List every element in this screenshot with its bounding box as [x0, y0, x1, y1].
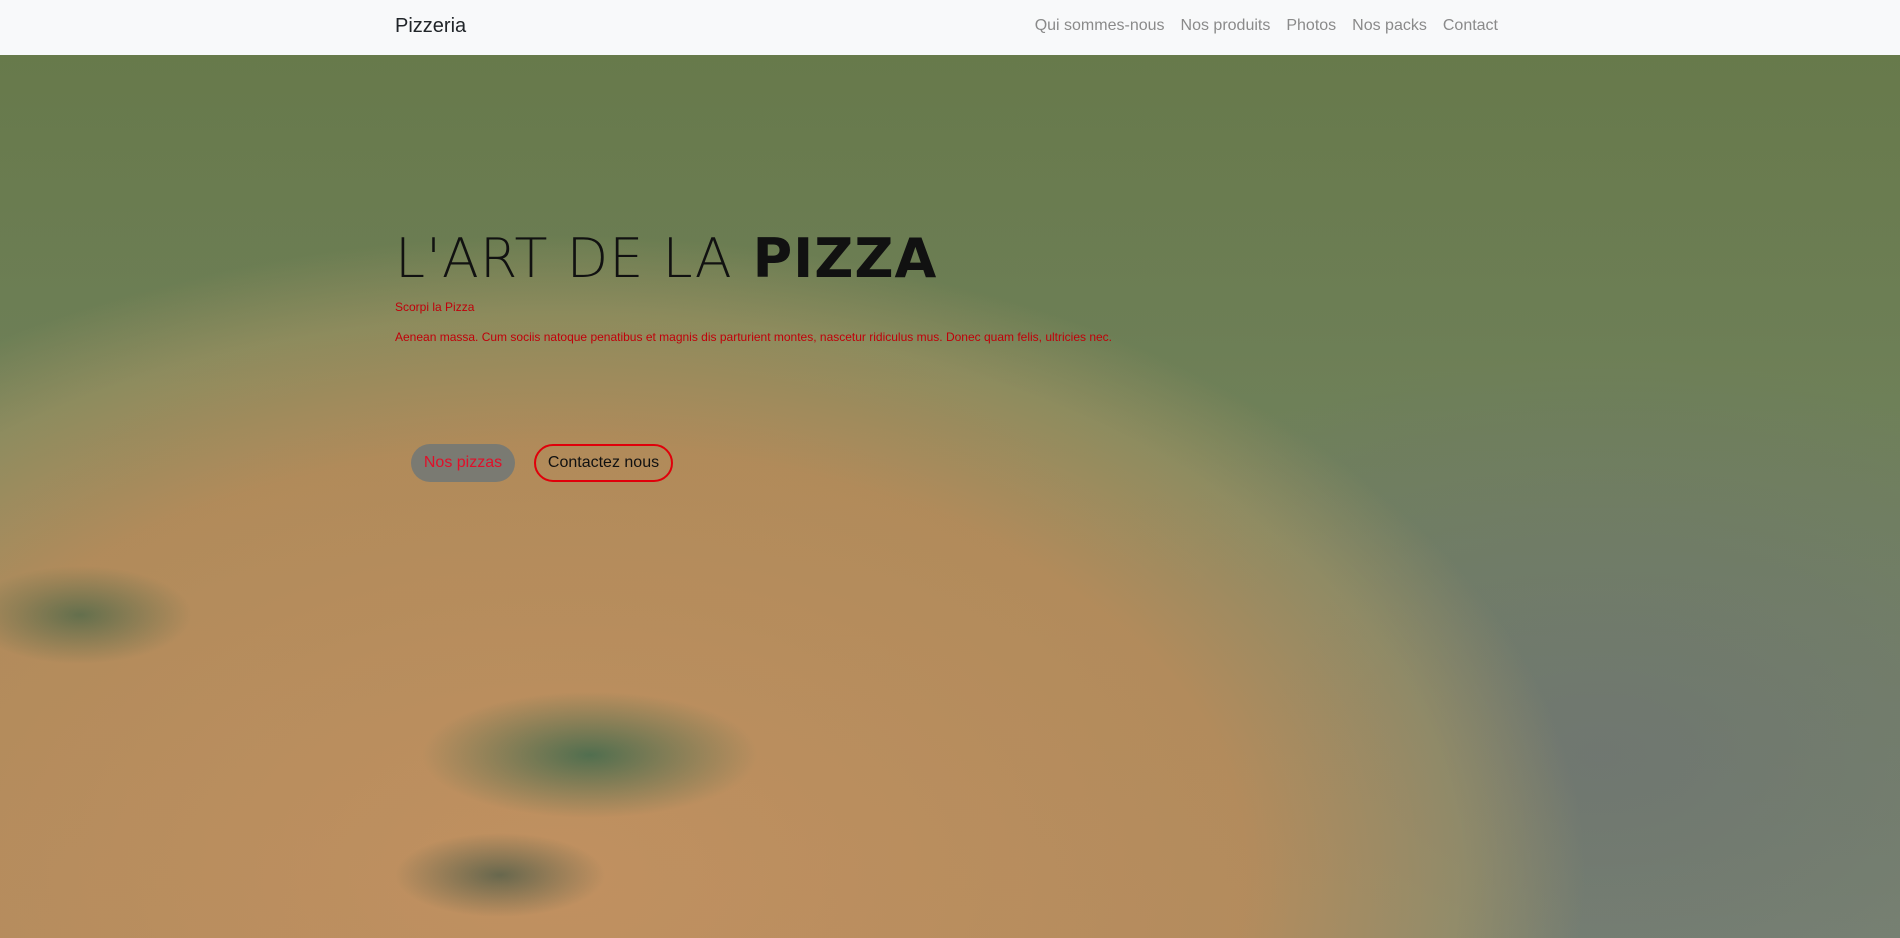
hero-title-bold: PIZZA: [752, 227, 938, 290]
nav-link-photos[interactable]: Photos: [1286, 17, 1336, 35]
hero-subtitle: Scorpi la Pizza: [395, 300, 475, 314]
hero-section: [0, 55, 1900, 938]
nav-link-nos-produits[interactable]: Nos produits: [1181, 17, 1271, 35]
hero-buttons: Nos pizzas Contactez nous: [411, 444, 673, 482]
nav-link-nos-packs[interactable]: Nos packs: [1352, 17, 1427, 35]
hero-background-image: [0, 55, 1900, 938]
nos-pizzas-button[interactable]: Nos pizzas: [411, 444, 515, 482]
hero-content: L'ART DE LA PIZZA Scorpi la Pizza Aenean…: [395, 228, 1113, 345]
nav-links: Qui sommes-nous Nos produits Photos Nos …: [1035, 17, 1498, 35]
navbar: Pizzeria Qui sommes-nous Nos produits Ph…: [0, 0, 1900, 55]
hero-title-light: L'ART DE LA: [395, 227, 733, 290]
nav-link-qui-sommes-nous[interactable]: Qui sommes-nous: [1035, 17, 1165, 35]
hero-description: Aenean massa. Cum sociis natoque penatib…: [395, 330, 1113, 344]
nav-link-contact[interactable]: Contact: [1443, 17, 1498, 35]
brand-logo[interactable]: Pizzeria: [395, 15, 466, 38]
contactez-nous-button[interactable]: Contactez nous: [534, 444, 673, 482]
hero-title: L'ART DE LA PIZZA: [395, 228, 1112, 290]
